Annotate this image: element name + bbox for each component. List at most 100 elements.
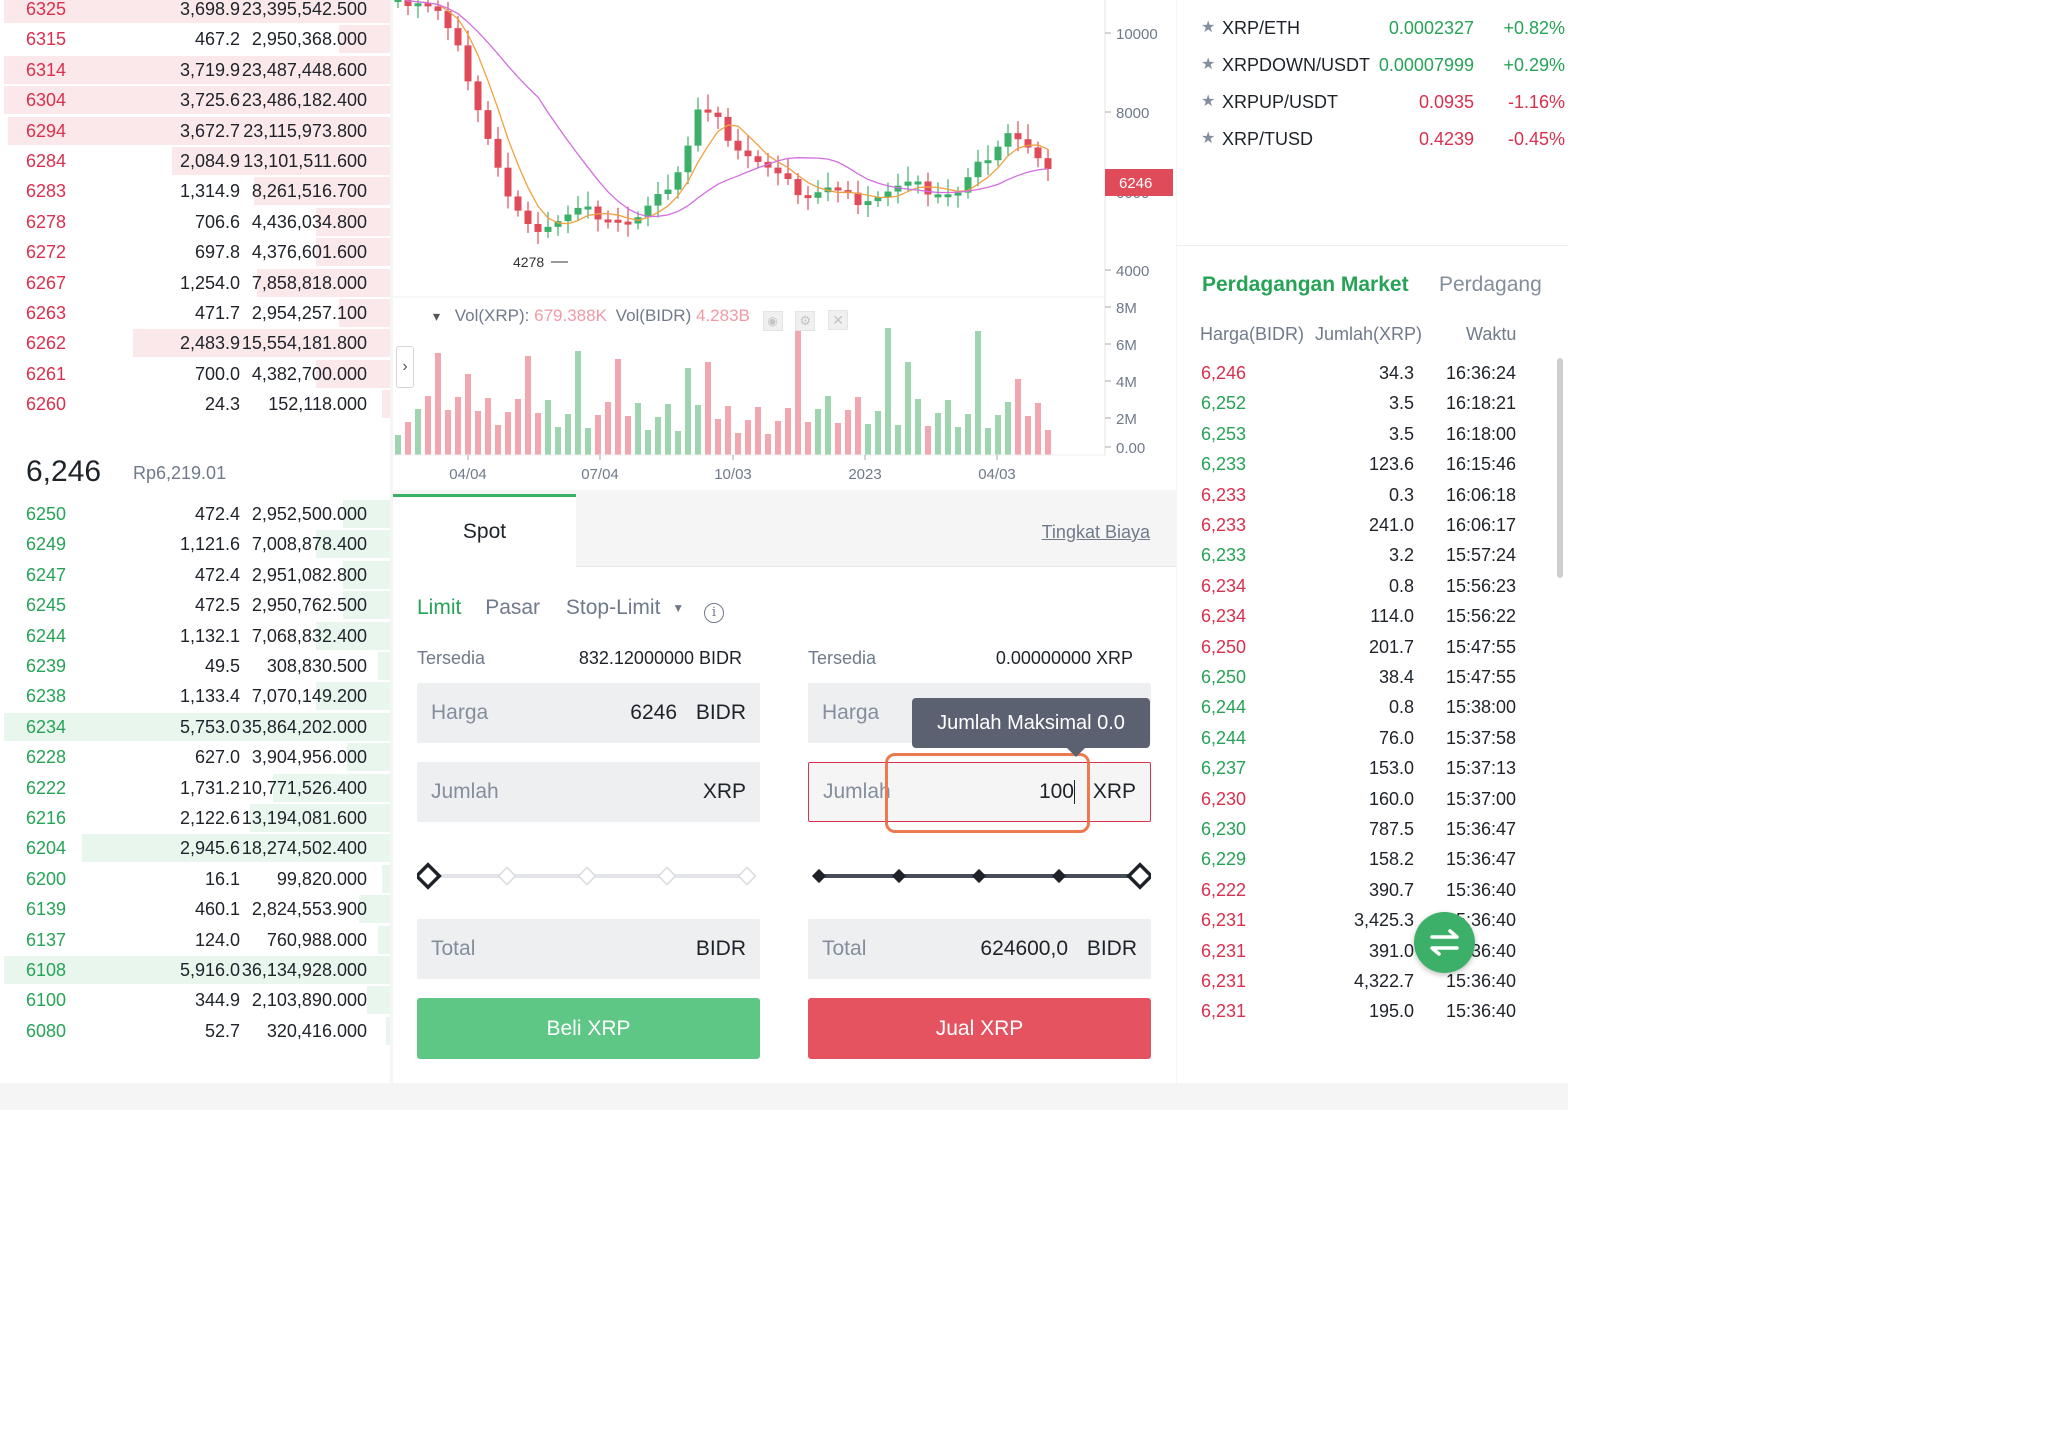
sell-amount-input[interactable]: 100 [1039,763,1074,820]
collapse-volume-icon[interactable]: ▾ [433,308,440,324]
tab-limit[interactable]: Limit [417,596,461,619]
order-book-row[interactable]: 6278 706.6 4,436,034.800 [0,207,390,237]
buy-amount-field[interactable]: Jumlah XRP [417,762,760,822]
order-book-row[interactable]: 6137 124.0 760,988.000 [0,925,390,955]
swap-fab-button[interactable] [1414,912,1475,973]
depth-bar [378,652,390,680]
order-book-row[interactable]: 6234 5,753.0 35,864,202.000 [0,712,390,742]
sell-total-input[interactable]: 624600,0 [980,919,1068,979]
sell-total-field[interactable]: Total 624600,0 BIDR [808,919,1151,979]
buy-button[interactable]: Beli XRP [417,998,760,1059]
order-book-row[interactable]: 6314 3,719.9 23,487,448.600 [0,55,390,85]
order-book-row[interactable]: 6139 460.1 2,824,553.900 [0,894,390,924]
expand-sidebar-button[interactable]: › [396,346,414,388]
buy-price-label: Harga [431,701,489,724]
order-book-row[interactable]: 6304 3,725.6 23,486,182.400 [0,85,390,115]
order-book-row[interactable]: 6228 627.0 3,904,956.000 [0,742,390,772]
chart-canvas[interactable]: 1000080006000400062468M6M4M2M0.0004/0407… [393,0,1176,492]
tab-my-trades[interactable]: Perdagang [1439,270,1542,300]
buy-price-input[interactable]: 6246 [630,683,677,743]
order-book-row[interactable]: 6250 472.4 2,952,500.000 [0,499,390,529]
pair-row[interactable]: ★ XRPDOWN/USDT 0.00007999 +0.29% [1201,50,1568,80]
slider-step-0[interactable] [811,868,827,884]
tab-spot[interactable]: Spot [393,494,576,567]
volume-bar [545,400,551,455]
sell-amount-field[interactable]: Jumlah 100 XRP [808,762,1151,822]
order-book-row[interactable]: 6325 3,698.9 23,395,542.500 [0,0,390,24]
order-book-row[interactable]: 6222 1,731.2 10,771,526.400 [0,773,390,803]
slider-step-25[interactable] [497,866,517,886]
order-book-row[interactable]: 6080 52.7 320,416.000 [0,1016,390,1046]
tab-market-trades[interactable]: Perdagangan Market [1202,270,1409,300]
tab-market[interactable]: Pasar [485,596,540,619]
slider-handle[interactable] [417,862,442,890]
slider-step-75[interactable] [657,866,677,886]
sell-amount-label: Jumlah [823,780,891,803]
order-book-row[interactable]: 6283 1,314.9 8,261,516.700 [0,176,390,206]
order-book-row[interactable]: 6260 24.3 152,118.000 [0,389,390,419]
order-book-row[interactable]: 6239 49.5 308,830.500 [0,651,390,681]
order-book-row[interactable]: 6267 1,254.0 7,858,818.000 [0,268,390,298]
pair-row[interactable]: ★ XRP/TUSD 0.4239 -0.45% [1201,124,1568,154]
trade-time: 15:36:40 [1446,1001,1517,1022]
order-book-row[interactable]: 6249 1,121.6 7,008,878.400 [0,529,390,559]
order-book-row[interactable]: 6263 471.7 2,954,257.100 [0,298,390,328]
gear-icon[interactable]: ⚙ [795,311,816,331]
trade-time: 15:47:55 [1446,667,1517,687]
order-book-row[interactable]: 6272 697.8 4,376,601.600 [0,237,390,267]
slider-step-75[interactable] [1051,868,1067,884]
candle [534,224,542,232]
volume-bar [475,411,481,455]
star-icon[interactable]: ★ [1201,87,1215,117]
order-book-row[interactable]: 6216 2,122.6 13,194,081.600 [0,803,390,833]
order-book-row[interactable]: 6200 16.1 99,820.000 [0,864,390,894]
order-total: 4,382,700.000 [251,363,367,384]
fee-level-link[interactable]: Tingkat Biaya [1042,522,1150,543]
order-book-row[interactable]: 6294 3,672.7 23,115,973.800 [0,116,390,146]
order-book-row[interactable]: 6204 2,945.6 18,274,502.400 [0,833,390,863]
order-book-last-price-row[interactable]: 6,246 Rp6,219.01 [0,450,390,494]
order-book-row[interactable]: 6244 1,132.1 7,068,832.400 [0,621,390,651]
star-icon[interactable]: ★ [1201,13,1215,43]
buy-price-field[interactable]: Harga 6246 BIDR [417,683,760,743]
order-book-row[interactable]: 6262 2,483.9 15,554,181.800 [0,328,390,358]
buy-percent-slider[interactable] [417,861,760,891]
page-footer-strip [0,1084,1568,1110]
slider-step-50[interactable] [577,866,597,886]
sell-button[interactable]: Jual XRP [808,998,1151,1059]
volume-bar [715,419,721,455]
candle [464,45,472,82]
trade-time: 16:06:18 [1446,484,1517,505]
pair-row[interactable]: ★ XRPUP/USDT 0.0935 -1.16% [1201,87,1568,117]
price-chart[interactable]: 1000080006000400062468M6M4M2M0.0004/0407… [393,0,1176,492]
trade-price: 6,222 [1201,879,1247,900]
order-book-row[interactable]: 6238 1,133.4 7,070,149.200 [0,681,390,711]
trades-scrollbar[interactable] [1557,358,1563,578]
caret-down-icon[interactable]: ▼ [672,601,684,615]
buy-total-field[interactable]: Total BIDR [417,919,760,979]
slider-step-50[interactable] [971,868,987,884]
pair-row[interactable]: ★ XRP/ETH 0.0002327 +0.82% [1201,13,1568,43]
star-icon[interactable]: ★ [1201,50,1215,80]
order-price: 6262 [26,333,67,354]
order-book-row[interactable]: 6284 2,084.9 13,101,511.600 [0,146,390,176]
order-book-row[interactable]: 6315 467.2 2,950,368.000 [0,24,390,54]
eye-icon[interactable]: ◉ [762,311,783,331]
order-price: 6222 [26,777,67,798]
star-icon[interactable]: ★ [1201,124,1215,154]
info-icon[interactable]: i [704,603,724,623]
tab-stop-limit[interactable]: Stop-Limit [566,596,661,619]
order-book-row[interactable]: 6100 344.9 2,103,890.000 [0,985,390,1015]
order-book-row[interactable]: 6245 472.5 2,950,762.500 [0,590,390,620]
candle [704,109,712,113]
volume-bar [675,431,681,455]
order-book-row[interactable]: 6261 700.0 4,382,700.000 [0,359,390,389]
sell-percent-slider[interactable] [808,861,1151,891]
order-total: 3,904,956.000 [251,747,367,768]
slider-step-25[interactable] [891,868,907,884]
order-book-row[interactable]: 6108 5,916.0 36,134,928.000 [0,955,390,985]
slider-handle[interactable] [1126,862,1151,890]
close-icon[interactable]: ✕ [828,310,849,330]
order-book-row[interactable]: 6247 472.4 2,951,082.800 [0,560,390,590]
slider-step-100[interactable] [737,866,757,886]
